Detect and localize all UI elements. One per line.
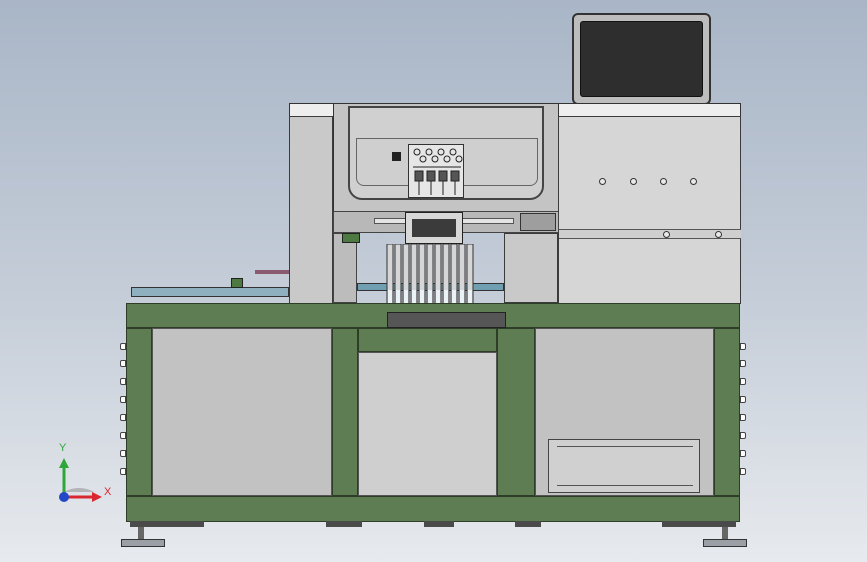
side-clip — [120, 468, 126, 475]
side-clip — [740, 414, 746, 421]
conveyor-end-block — [231, 278, 243, 288]
frame-post-left — [126, 328, 152, 496]
cabinet-screw-4 — [690, 178, 697, 185]
cabinet-screw-1 — [599, 178, 606, 185]
axis-triad[interactable]: Y X — [50, 440, 120, 510]
frame-post-mid-left — [332, 328, 358, 496]
side-clip — [120, 414, 126, 421]
conveyor-rail-left — [131, 287, 289, 297]
foot-pad — [424, 521, 454, 527]
base-panel-center — [358, 352, 497, 496]
feeder-control-box — [504, 233, 558, 303]
side-clip — [740, 396, 746, 403]
left-side-bracket — [333, 233, 357, 303]
cad-viewport[interactable] — [0, 0, 867, 562]
nozzle-heads-upper — [408, 144, 464, 198]
placement-head-core — [412, 219, 456, 237]
side-clip — [740, 450, 746, 457]
foot-pad — [515, 521, 541, 527]
side-clip — [740, 343, 746, 350]
feeder-tray — [387, 312, 506, 328]
frame-bottom-beam — [126, 496, 740, 522]
monitor[interactable] — [572, 13, 711, 105]
side-clip — [120, 396, 126, 403]
drawer-lip — [557, 446, 693, 486]
conveyor-guide — [255, 270, 289, 274]
foot-pad — [326, 521, 362, 527]
monitor-screen — [580, 21, 703, 97]
head-window — [348, 106, 544, 200]
leveling-foot-left — [121, 539, 165, 547]
axis-y-label: Y — [59, 442, 67, 454]
side-clip — [120, 343, 126, 350]
frame-post-mid-right — [497, 328, 535, 496]
leveling-stem-left — [138, 527, 144, 539]
base-panel-left — [152, 328, 332, 496]
leveling-foot-right — [703, 539, 747, 547]
side-clip — [120, 432, 126, 439]
side-clip — [120, 378, 126, 385]
axis-x-label: X — [104, 486, 112, 498]
right-cabinet — [558, 116, 741, 304]
nozzle-heads-drawing — [413, 148, 463, 195]
cabinet-divider — [559, 229, 741, 239]
leveling-stem-right — [722, 527, 728, 539]
rail-motor — [520, 213, 556, 231]
side-clip — [740, 378, 746, 385]
side-clip — [740, 360, 746, 367]
green-sensor — [342, 233, 360, 243]
chip-icon — [392, 152, 401, 161]
frame-center-beam — [358, 328, 497, 352]
cabinet-screw-6 — [715, 231, 722, 238]
side-clip — [120, 450, 126, 457]
placement-head[interactable] — [405, 212, 463, 244]
cabinet-screw-2 — [630, 178, 637, 185]
left-gantry-column — [289, 116, 333, 304]
cabinet-screw-5 — [663, 231, 670, 238]
frame-post-right — [714, 328, 740, 496]
side-clip — [120, 360, 126, 367]
head-enclosure[interactable] — [333, 103, 559, 213]
drawer[interactable] — [548, 439, 700, 493]
cabinet-screw-3 — [660, 178, 667, 185]
side-clip — [740, 468, 746, 475]
side-clip — [740, 432, 746, 439]
